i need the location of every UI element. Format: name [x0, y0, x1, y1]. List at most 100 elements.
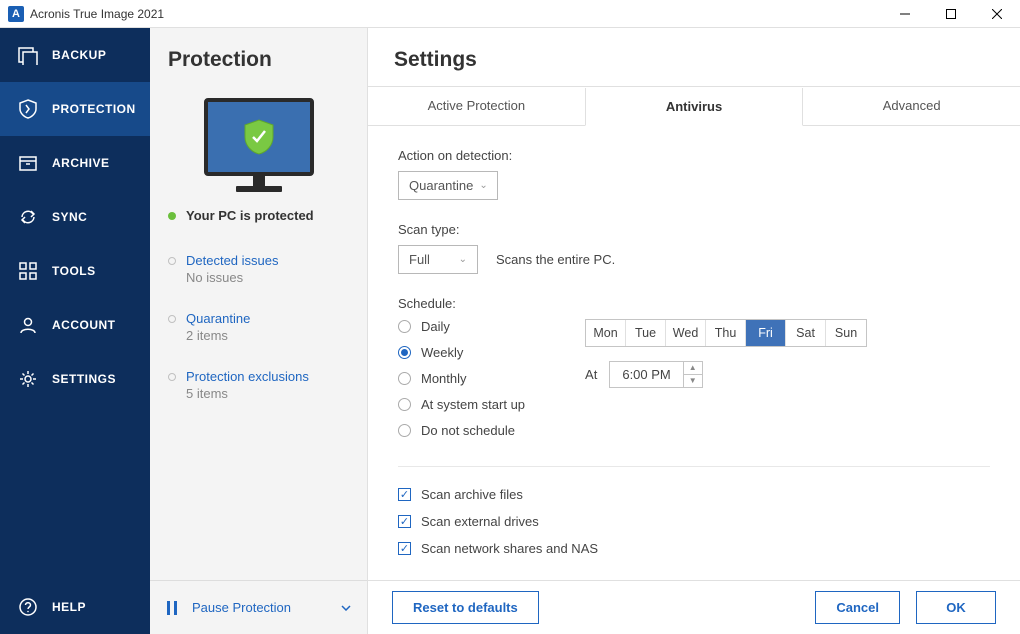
sidebar-label: ARCHIVE	[52, 156, 110, 170]
detected-issues-block[interactable]: Detected issues No issues	[150, 243, 367, 301]
sidebar-item-sync[interactable]: SYNC	[0, 190, 150, 244]
chevron-down-icon: ⌄	[459, 254, 467, 265]
spinner-up[interactable]: ▲	[684, 362, 702, 375]
tab-antivirus[interactable]: Antivirus	[585, 88, 804, 126]
tab-advanced[interactable]: Advanced	[803, 87, 1020, 125]
quarantine-link[interactable]: Quarantine	[186, 311, 250, 326]
schedule-option-at-system-start-up[interactable]: At system start up	[398, 397, 525, 412]
days-picker: MonTueWedThuFriSatSun	[585, 319, 867, 347]
detected-issues-link[interactable]: Detected issues	[186, 253, 279, 268]
close-icon	[992, 9, 1002, 19]
sidebar-label: HELP	[52, 600, 86, 614]
checkbox-icon: ✓	[398, 515, 411, 528]
reset-to-defaults-button[interactable]: Reset to defaults	[392, 591, 539, 624]
day-thu[interactable]: Thu	[706, 320, 746, 346]
radio-label: Monthly	[421, 371, 467, 386]
protection-title: Protection	[150, 28, 367, 90]
sidebar-label: ACCOUNT	[52, 318, 116, 332]
radio-label: Do not schedule	[421, 423, 515, 438]
backup-icon	[18, 45, 38, 65]
close-button[interactable]	[974, 0, 1020, 28]
radio-icon	[398, 398, 411, 411]
exclusions-sub: 5 items	[186, 386, 349, 401]
radio-icon	[398, 372, 411, 385]
day-tue[interactable]: Tue	[626, 320, 666, 346]
time-spinner: ▲ ▼	[683, 362, 702, 387]
sidebar-item-account[interactable]: ACCOUNT	[0, 298, 150, 352]
checkbox-icon: ✓	[398, 488, 411, 501]
radio-icon	[398, 346, 411, 359]
day-sat[interactable]: Sat	[786, 320, 826, 346]
action-on-detection-value: Quarantine	[409, 178, 473, 193]
sidebar-item-archive[interactable]: ARCHIVE	[0, 136, 150, 190]
settings-tabs: Active Protection Antivirus Advanced	[368, 86, 1020, 126]
settings-title: Settings	[368, 28, 1020, 86]
chevron-down-icon: ⌄	[479, 180, 487, 191]
minimize-button[interactable]	[882, 0, 928, 28]
bullet-icon	[168, 315, 176, 323]
schedule-label: Schedule:	[398, 296, 990, 311]
scan-type-desc: Scans the entire PC.	[496, 252, 615, 267]
tab-active-protection[interactable]: Active Protection	[368, 87, 585, 125]
time-value: 6:00 PM	[610, 362, 682, 387]
checkbox-icon: ✓	[398, 542, 411, 555]
sidebar-label: TOOLS	[52, 264, 96, 278]
schedule-option-weekly[interactable]: Weekly	[398, 345, 525, 360]
radio-icon	[398, 320, 411, 333]
time-input[interactable]: 6:00 PM ▲ ▼	[609, 361, 702, 388]
window-controls	[882, 0, 1020, 28]
radio-label: At system start up	[421, 397, 525, 412]
at-label: At	[585, 367, 597, 382]
check-scan-external-drives[interactable]: ✓ Scan external drives	[398, 514, 990, 529]
day-fri[interactable]: Fri	[746, 320, 786, 346]
detected-issues-sub: No issues	[186, 270, 349, 285]
cancel-button[interactable]: Cancel	[815, 591, 900, 624]
sidebar-label: BACKUP	[52, 48, 106, 62]
sidebar-label: SYNC	[52, 210, 87, 224]
scan-type-label: Scan type:	[398, 222, 990, 237]
sidebar-item-settings[interactable]: SETTINGS	[0, 352, 150, 406]
chevron-down-icon	[341, 605, 351, 611]
schedule-option-monthly[interactable]: Monthly	[398, 371, 525, 386]
sidebar-item-backup[interactable]: BACKUP	[0, 28, 150, 82]
sidebar-label: PROTECTION	[52, 102, 136, 116]
archive-icon	[18, 153, 38, 173]
sidebar-item-help[interactable]: HELP	[0, 580, 150, 634]
scan-type-select[interactable]: Full ⌄	[398, 245, 478, 274]
settings-body: Action on detection: Quarantine ⌄ Scan t…	[368, 126, 1020, 580]
maximize-button[interactable]	[928, 0, 974, 28]
day-sun[interactable]: Sun	[826, 320, 866, 346]
help-icon	[18, 597, 38, 617]
quarantine-block[interactable]: Quarantine 2 items	[150, 301, 367, 359]
check-label: Scan network shares and NAS	[421, 541, 598, 556]
minimize-icon	[900, 9, 910, 19]
check-scan-network-shares-and-nas[interactable]: ✓ Scan network shares and NAS	[398, 541, 990, 556]
action-on-detection-select[interactable]: Quarantine ⌄	[398, 171, 498, 200]
check-label: Scan archive files	[421, 487, 523, 502]
bullet-icon	[168, 257, 176, 265]
shield-icon	[243, 119, 275, 155]
day-mon[interactable]: Mon	[586, 320, 626, 346]
account-icon	[18, 315, 38, 335]
exclusions-link[interactable]: Protection exclusions	[186, 369, 309, 384]
sidebar-item-tools[interactable]: TOOLS	[0, 244, 150, 298]
ok-button[interactable]: OK	[916, 591, 996, 624]
spinner-down[interactable]: ▼	[684, 375, 702, 387]
settings-panel: Settings Active Protection Antivirus Adv…	[368, 28, 1020, 634]
exclusions-block[interactable]: Protection exclusions 5 items	[150, 359, 367, 417]
protection-column: Protection Your PC is protected Detected…	[150, 28, 368, 634]
day-wed[interactable]: Wed	[666, 320, 706, 346]
schedule-option-daily[interactable]: Daily	[398, 319, 525, 334]
sidebar-label: SETTINGS	[52, 372, 116, 386]
pause-protection-button[interactable]: Pause Protection	[150, 580, 367, 634]
sidebar-item-protection[interactable]: PROTECTION	[0, 82, 150, 136]
schedule-option-do-not-schedule[interactable]: Do not schedule	[398, 423, 525, 438]
pause-icon	[166, 601, 178, 615]
scan-options: ✓ Scan archive files ✓ Scan external drives…	[398, 487, 990, 556]
radio-label: Weekly	[421, 345, 463, 360]
protection-illustration	[150, 90, 367, 198]
bottom-bar: Reset to defaults Cancel OK	[368, 580, 1020, 634]
check-label: Scan external drives	[421, 514, 539, 529]
check-scan-archive-files[interactable]: ✓ Scan archive files	[398, 487, 990, 502]
schedule-radio-group: Daily Weekly Monthly At system start up Do n…	[398, 319, 525, 438]
